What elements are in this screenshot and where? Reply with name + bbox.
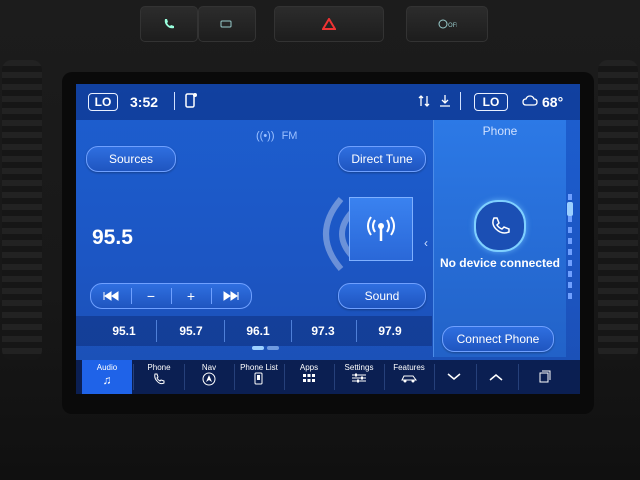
traction-off-hw-button[interactable]: OFF — [406, 6, 488, 42]
navigation-icon — [202, 372, 216, 386]
nav-item-settings[interactable]: Settings — [334, 360, 384, 394]
left-climate-button[interactable]: LO — [88, 93, 118, 111]
sound-button[interactable]: Sound — [338, 283, 426, 309]
right-climate-button[interactable]: LO — [474, 93, 508, 111]
hazard-hw-button[interactable] — [274, 6, 384, 42]
nav-item-label: Apps — [299, 363, 319, 372]
nav-item-label: Audio — [96, 363, 118, 372]
phone-handset-icon — [492, 217, 510, 234]
nav-separator — [518, 364, 519, 390]
voice-phone-icon — [164, 19, 174, 29]
phone-status-icon — [184, 92, 198, 113]
nav-item-label: Settings — [344, 363, 374, 372]
infotainment-screen: LO 3:52 LO 68° ((•)) FM Sources Direct T… — [76, 84, 580, 394]
nav-item-audio[interactable]: Audio ♫ — [82, 360, 132, 394]
recent-apps-icon — [539, 370, 551, 383]
nav-item-phone[interactable]: Phone — [134, 360, 184, 394]
hazard-icon — [322, 18, 336, 30]
nav-item-label: Nav — [201, 363, 217, 372]
preset-button[interactable]: 95.7 — [158, 316, 224, 346]
preset-button[interactable]: 95.1 — [91, 316, 157, 346]
minus-icon: − — [146, 288, 156, 304]
status-divider — [460, 92, 461, 110]
traction-control-off-icon: OFF — [438, 19, 457, 29]
phone-connect-circle[interactable] — [474, 200, 526, 252]
chevron-up-icon — [489, 374, 503, 381]
phone-icon — [154, 373, 165, 385]
nav-item-label: Features — [393, 363, 425, 372]
dashboard-background: OFF LO 3:52 LO 68° ((•)) — [0, 0, 640, 480]
data-transfer-icon — [418, 94, 430, 111]
collapse-down-button[interactable] — [434, 360, 474, 394]
nav-item-phone-list[interactable]: Phone List — [234, 360, 284, 394]
settings-sliders-icon — [352, 373, 366, 383]
band-label: FM — [281, 130, 298, 142]
outside-temperature: 68° — [542, 94, 564, 110]
status-bar: LO 3:52 LO 68° — [76, 84, 580, 120]
apps-grid-icon — [303, 374, 315, 382]
expand-up-button[interactable] — [476, 360, 516, 394]
seek-back-button[interactable] — [91, 284, 131, 308]
connect-phone-button[interactable]: Connect Phone — [442, 326, 554, 352]
tuning-controls: − + — [90, 283, 252, 309]
chevron-down-icon — [447, 373, 461, 380]
phone-panel-title: Phone — [482, 124, 518, 138]
sources-button[interactable]: Sources — [86, 146, 176, 172]
bottom-navigation-bar: Audio ♫ Phone Nav Phone List Apps Settin… — [76, 360, 580, 394]
preset-bar: 95.1 95.7 96.1 97.3 97.9 — [76, 316, 432, 346]
download-icon — [438, 94, 452, 111]
hardware-button-strip: OFF — [130, 2, 490, 44]
recent-apps-button[interactable] — [522, 360, 566, 394]
nav-item-label: Phone — [147, 363, 171, 372]
collapse-panel-chevron-icon[interactable]: ‹ — [424, 236, 428, 250]
voice-command-hw-button[interactable] — [140, 6, 198, 42]
tune-up-button[interactable]: + — [171, 284, 211, 308]
antenna-icon — [367, 216, 395, 241]
current-frequency: 95.5 — [92, 226, 133, 249]
no-device-status: No device connected — [439, 256, 561, 270]
preset-button[interactable]: 97.3 — [290, 316, 356, 346]
seek-forward-icon — [223, 291, 239, 301]
svg-text:OFF: OFF — [448, 22, 457, 29]
weather-icon — [522, 93, 540, 112]
preset-button[interactable]: 96.1 — [225, 316, 291, 346]
seek-forward-button[interactable] — [211, 284, 251, 308]
display-icon — [220, 20, 232, 28]
station-art-tile — [349, 197, 413, 261]
right-air-vent — [598, 60, 638, 360]
preset-page-indicator-active[interactable] — [252, 346, 264, 350]
preset-page-indicator[interactable] — [267, 346, 279, 350]
preset-divider — [156, 320, 157, 342]
nav-item-label: Phone List — [240, 363, 278, 372]
phone-panel: Phone No device connected Connect Phone — [433, 120, 566, 357]
preset-button[interactable]: 97.9 — [357, 316, 423, 346]
left-air-vent — [2, 60, 42, 360]
display-off-hw-button[interactable] — [198, 6, 256, 42]
band-indicator: ((•)) FM — [256, 130, 297, 142]
broadcast-icon: ((•)) — [256, 130, 275, 142]
clock-time: 3:52 — [130, 94, 159, 110]
status-divider — [174, 92, 175, 110]
nav-item-nav[interactable]: Nav — [184, 360, 234, 394]
tune-down-button[interactable]: − — [131, 284, 171, 308]
nav-item-features[interactable]: Features — [384, 360, 434, 394]
direct-tune-button[interactable]: Direct Tune — [338, 146, 426, 172]
car-features-icon — [401, 375, 417, 383]
nav-item-apps[interactable]: Apps — [284, 360, 334, 394]
seek-back-icon — [103, 291, 119, 301]
music-note-icon: ♫ — [102, 373, 112, 387]
phone-list-icon — [254, 372, 263, 385]
plus-icon: + — [186, 288, 196, 304]
panel-scroll-thumb[interactable] — [567, 202, 573, 216]
